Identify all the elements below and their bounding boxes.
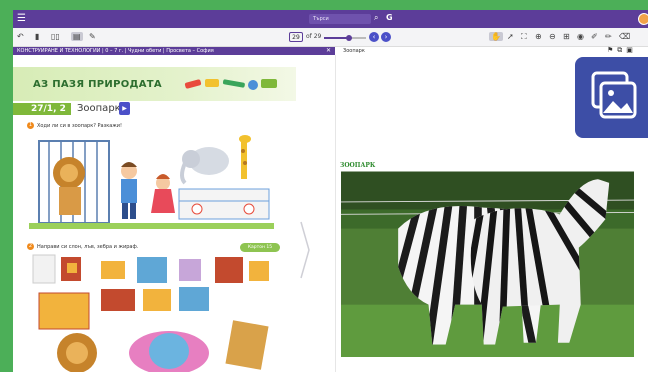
textbook-page: АЗ ПАЗЯ ПРИРОДАТА 27/1, 2 Зоопарк ▶ 1 Хо… xyxy=(13,55,296,372)
lesson-tag: 27/1, 2 xyxy=(13,103,71,115)
next-page-arrow-icon[interactable] xyxy=(299,220,311,280)
pen-icon[interactable]: ✐ xyxy=(591,32,598,41)
single-page-icon[interactable]: ▮ xyxy=(35,32,39,41)
page-total: of 29 xyxy=(306,33,322,40)
close-icon[interactable]: ✕ xyxy=(326,47,331,55)
task-1: 1 Ходи ли си в зоопарк? Разкажи! xyxy=(27,122,122,129)
lesson-title: Зоопарк xyxy=(77,103,121,114)
chapter-title: АЗ ПАЗЯ ПРИРОДАТА xyxy=(33,79,162,90)
zoom-out-icon[interactable]: ⊖ xyxy=(549,32,556,41)
page-divider xyxy=(335,55,336,372)
back-icon[interactable]: ↶ xyxy=(17,32,24,41)
task-text: Направи си слон, лъв, зебра и жираф. xyxy=(37,243,139,250)
page-number-input[interactable]: 29 xyxy=(289,32,303,42)
gallery-icon[interactable] xyxy=(575,57,648,138)
task-text: Ходи ли си в зоопарк? Разкажи! xyxy=(37,122,123,129)
task-number: 2 xyxy=(27,243,34,250)
panel-title: Зоопарк xyxy=(343,48,365,54)
zebra-photo[interactable] xyxy=(340,162,635,357)
reference-pill[interactable]: Картон 15 xyxy=(240,243,280,252)
hand-tool-icon[interactable]: ✋ xyxy=(489,32,503,41)
fullscreen-icon[interactable]: ⛶ xyxy=(521,32,527,42)
school-supplies-illustration xyxy=(184,79,277,90)
app-window: ☰ Търси ⌕ G ↶ ▮ ▯▯ ▤ ✎ 29 of 29 ‹ › ✋ ➚ … xyxy=(13,10,648,372)
hamburger-icon[interactable]: ☰ xyxy=(17,13,26,24)
task-number: 1 xyxy=(27,122,34,129)
zoo-illustration xyxy=(29,131,274,229)
expand-icon[interactable]: ⧉ xyxy=(617,46,626,54)
search-input[interactable]: Търси xyxy=(309,14,371,24)
video-badge[interactable]: ▶ xyxy=(119,102,130,115)
fit-page-icon[interactable]: ⊞ xyxy=(563,32,570,41)
edit-icon[interactable]: ✎ xyxy=(89,32,96,41)
panel-actions: ⚑⧉▣ xyxy=(607,46,637,55)
settings-icon[interactable]: G xyxy=(386,13,393,22)
marker-icon[interactable]: ✏ xyxy=(605,32,612,41)
gallery-glyph xyxy=(591,71,637,119)
avatar[interactable] xyxy=(638,13,648,25)
breadcrumb-text: КОНСТРУИРАНЕ И ТЕХНОЛОГИИ | 0 – 7 г. | Ч… xyxy=(17,48,214,54)
double-page-icon[interactable]: ▯▯ xyxy=(51,32,60,41)
zoom-slider-thumb[interactable] xyxy=(346,35,353,41)
breadcrumb: КОНСТРУИРАНЕ И ТЕХНОЛОГИИ | 0 – 7 г. | Ч… xyxy=(13,47,335,55)
next-page-button[interactable]: › xyxy=(381,32,391,42)
task-2: 2 Направи си слон, лъв, зебра и жираф. xyxy=(27,243,138,250)
window-icon[interactable]: ▣ xyxy=(626,46,637,54)
toolbar: ↶ ▮ ▯▯ ▤ ✎ 29 of 29 ‹ › ✋ ➚ ⛶ ⊕ ⊖ ⊞ ◉ ✐ … xyxy=(13,28,648,47)
pointer-icon[interactable]: ➚ xyxy=(507,32,514,41)
search-icon[interactable]: ⌕ xyxy=(374,13,378,23)
eraser-icon[interactable]: ⌫ xyxy=(619,32,630,41)
craft-illustration xyxy=(32,254,269,372)
bookmark-icon[interactable]: ⚑ xyxy=(607,46,617,54)
top-bar: ☰ Търси ⌕ G xyxy=(13,10,648,28)
prev-page-button[interactable]: ‹ xyxy=(369,32,379,42)
eye-icon[interactable]: ◉ xyxy=(577,32,584,41)
thumbnails-icon[interactable]: ▤ xyxy=(71,32,83,41)
zoom-in-icon[interactable]: ⊕ xyxy=(535,32,542,41)
zoom-slider[interactable] xyxy=(324,35,366,41)
